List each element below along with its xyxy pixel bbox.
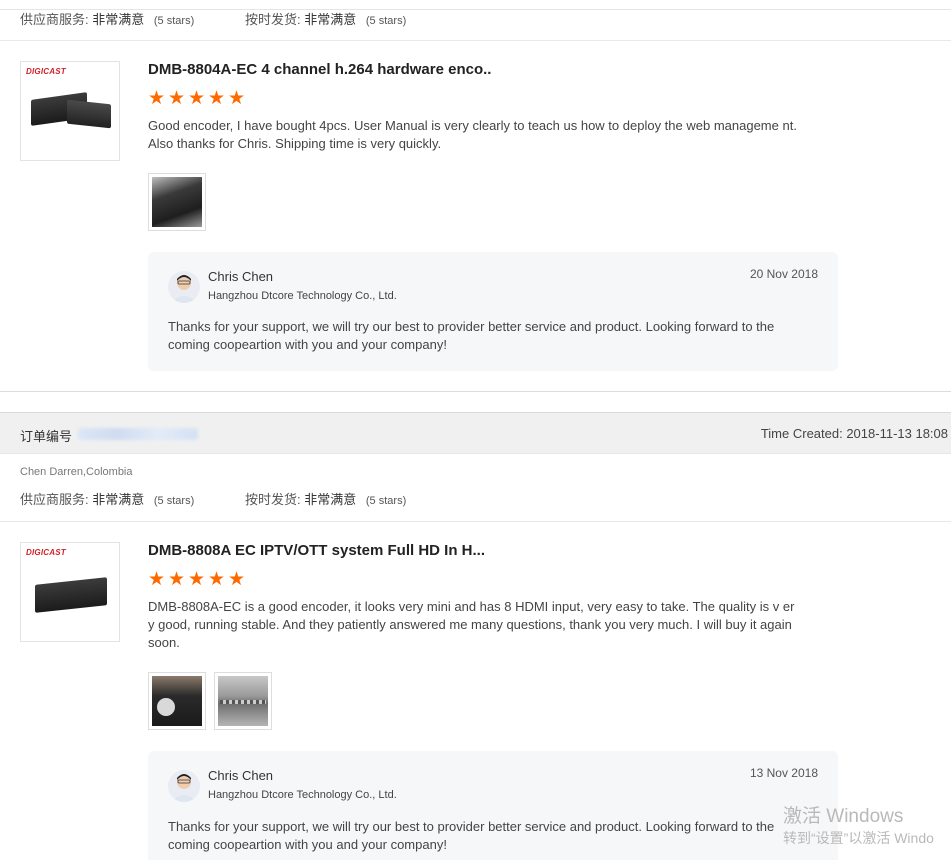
review-divider: [0, 391, 951, 392]
star-icon: ★: [168, 569, 186, 590]
on-time-value: 非常满意: [304, 12, 357, 27]
device-image: [35, 577, 107, 613]
order-number-redacted: [78, 428, 198, 440]
on-time-value: 非常满意: [304, 492, 357, 507]
star-icon: ★: [148, 569, 166, 590]
on-time-label: 按时发货:: [245, 492, 301, 507]
on-time-stars: (5 stars): [365, 495, 407, 507]
review-text: DMB-8808A-EC is a good encoder, it looks…: [148, 599, 795, 650]
brand-logo: DIGICAST: [26, 67, 66, 76]
review-photo[interactable]: [214, 672, 272, 730]
replier-name: Chris Chen: [208, 768, 274, 783]
product-thumbnail[interactable]: DIGICAST: [20, 61, 120, 161]
order-number-label: 订单编号: [20, 429, 73, 444]
review-photo[interactable]: [148, 672, 206, 730]
star-icon: ★: [228, 88, 246, 109]
device-image-secondary: [67, 99, 111, 129]
order-header: 订单编号 Time Created: 2018-11-13 18:08: [0, 412, 951, 454]
supplier-service-label: 供应商服务:: [20, 12, 89, 27]
star-icon: ★: [208, 569, 226, 590]
on-time-label: 按时发货:: [245, 12, 301, 27]
star-icon: ★: [188, 88, 206, 109]
star-icon: ★: [208, 88, 226, 109]
time-created: Time Created: 2018-11-13 18:08: [760, 426, 948, 441]
review-text: Good encoder, I have bought 4pcs. User M…: [148, 118, 797, 151]
windows-activation-hint: 转到“设置”以激活 Windo: [783, 830, 934, 846]
product-title-link[interactable]: DMB-8808A EC IPTV/OTT system Full HD In …: [148, 542, 485, 559]
ratings-row-2: 供应商服务: 非常满意 (5 stars): [20, 489, 194, 508]
reply-text: Thanks for your support, we will try our…: [168, 819, 775, 852]
brand-logo: DIGICAST: [26, 548, 66, 557]
review-photo[interactable]: [148, 173, 206, 231]
windows-activation-watermark: 激活 Windows: [783, 806, 904, 827]
seller-reply: Chris Chen Hangzhou Dtcore Technology Co…: [148, 751, 838, 860]
star-icon: ★: [228, 569, 246, 590]
supplier-service-label: 供应商服务:: [20, 492, 89, 507]
product-title-link[interactable]: DMB-8804A-EC 4 channel h.264 hardware en…: [148, 61, 491, 78]
avatar: [168, 271, 200, 303]
supplier-service-stars: (5 stars): [153, 495, 195, 507]
star-rating: ★ ★ ★ ★ ★: [148, 569, 246, 590]
star-icon: ★: [188, 569, 206, 590]
reply-date: 20 Nov 2018: [749, 267, 818, 281]
on-time-stars: (5 stars): [365, 15, 407, 27]
replier-company: Hangzhou Dtcore Technology Co., Ltd.: [208, 789, 397, 801]
reply-text: Thanks for your support, we will try our…: [168, 319, 775, 352]
supplier-service-value: 非常满意: [92, 492, 145, 507]
ratings-row-1: 供应商服务: 非常满意 (5 stars): [20, 9, 194, 28]
section-divider: [0, 40, 951, 41]
buyer-info: Chen Darren,Colombia: [20, 466, 133, 478]
avatar: [168, 770, 200, 802]
reply-date: 13 Nov 2018: [749, 766, 818, 780]
section-divider: [0, 521, 951, 522]
supplier-service-stars: (5 stars): [153, 15, 195, 27]
supplier-service-value: 非常满意: [92, 12, 145, 27]
product-thumbnail[interactable]: DIGICAST: [20, 542, 120, 642]
seller-reply: Chris Chen Hangzhou Dtcore Technology Co…: [148, 252, 838, 371]
star-icon: ★: [168, 88, 186, 109]
star-icon: ★: [148, 88, 166, 109]
replier-name: Chris Chen: [208, 269, 274, 284]
star-rating: ★ ★ ★ ★ ★: [148, 88, 246, 109]
on-time-rating-1: 按时发货: 非常满意 (5 stars): [245, 9, 406, 28]
on-time-rating-2: 按时发货: 非常满意 (5 stars): [245, 489, 406, 508]
replier-company: Hangzhou Dtcore Technology Co., Ltd.: [208, 290, 397, 302]
